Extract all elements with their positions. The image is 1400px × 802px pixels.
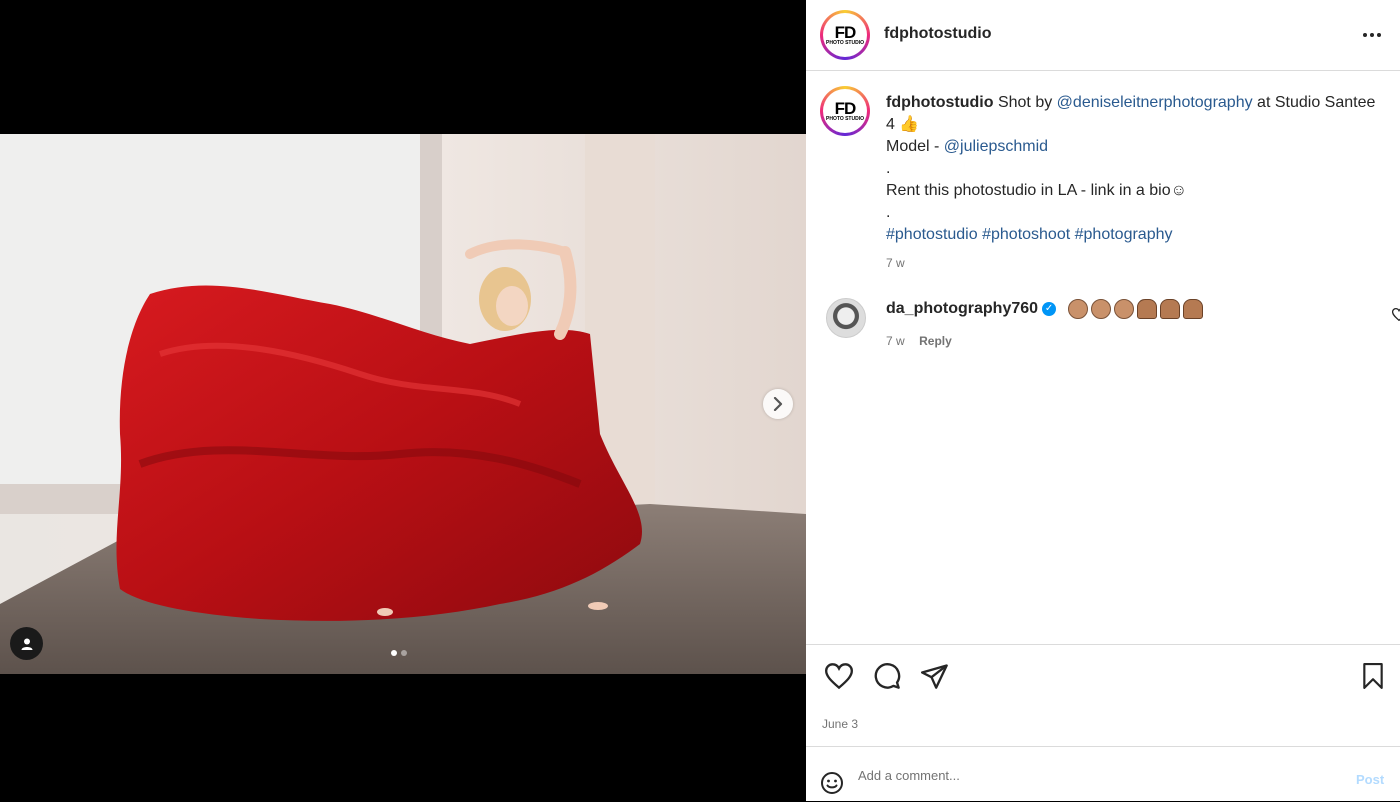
add-comment-bar: Post bbox=[806, 746, 1400, 802]
mention-link[interactable]: @deniseleitnerphotography bbox=[1057, 94, 1253, 111]
comment-like-button[interactable] bbox=[1391, 308, 1400, 326]
comment-username[interactable]: da_photography760 bbox=[886, 300, 1038, 317]
pray-emoji bbox=[1160, 298, 1181, 319]
pray-emoji bbox=[1183, 298, 1204, 319]
verified-badge-icon: ✓ bbox=[1042, 301, 1057, 316]
post-header: FD PHOTO STUDIO fdphotostudio bbox=[806, 0, 1400, 71]
logo-text: FD bbox=[834, 99, 857, 118]
post-actions: June 3 bbox=[806, 644, 1400, 747]
caption-text: Shot by bbox=[993, 94, 1057, 111]
logo-text: FD bbox=[834, 23, 857, 42]
comment-button[interactable] bbox=[872, 661, 902, 691]
comment-avatar[interactable] bbox=[826, 298, 866, 338]
media-viewer bbox=[0, 0, 806, 801]
more-horizontal-icon bbox=[1363, 33, 1381, 37]
caption-time: 7 w bbox=[886, 256, 905, 270]
comment-icon bbox=[874, 663, 901, 689]
post-date[interactable]: June 3 bbox=[822, 717, 858, 731]
pray-emoji bbox=[1137, 298, 1158, 319]
chevron-right-icon bbox=[773, 397, 783, 411]
user-icon bbox=[21, 638, 32, 650]
mention-link[interactable]: @juliepschmid bbox=[944, 138, 1048, 155]
caption-text: Model - bbox=[886, 138, 944, 155]
header-avatar[interactable]: FD PHOTO STUDIO bbox=[820, 10, 870, 60]
fd-logo: FD PHOTO STUDIO bbox=[826, 24, 864, 46]
header-username[interactable]: fdphotostudio bbox=[884, 25, 992, 43]
caption-username[interactable]: fdphotostudio bbox=[886, 94, 994, 111]
logo-subtext: PHOTO STUDIO bbox=[826, 40, 864, 46]
caption-text: Rent this photostudio in LA - link in a … bbox=[886, 182, 1187, 199]
caption-avatar[interactable]: FD PHOTO STUDIO bbox=[820, 86, 870, 136]
photo-illustration bbox=[0, 134, 806, 674]
hashtags: #photostudio #photoshoot #photography bbox=[886, 224, 1376, 246]
thumbs-up-emoji: 👍 bbox=[899, 116, 920, 133]
caption-line-1: fdphotostudio Shot by @deniseleitnerphot… bbox=[886, 92, 1376, 136]
caption-dot: . bbox=[886, 160, 891, 177]
post-comment-button[interactable]: Post bbox=[1356, 772, 1384, 787]
more-options-button[interactable] bbox=[1354, 22, 1390, 48]
clap-emoji bbox=[1068, 298, 1089, 319]
comment-meta: 7 w Reply bbox=[886, 332, 952, 350]
carousel-dot-1 bbox=[391, 650, 397, 656]
carousel-next-button[interactable] bbox=[763, 389, 793, 419]
save-button[interactable] bbox=[1358, 661, 1388, 691]
bookmark-icon bbox=[1363, 663, 1383, 689]
post-caption: fdphotostudio Shot by @deniseleitnerphot… bbox=[886, 92, 1376, 274]
carousel-indicator bbox=[391, 650, 407, 656]
emoji-picker-button[interactable] bbox=[820, 771, 844, 800]
logo-subtext: PHOTO STUDIO bbox=[826, 116, 864, 122]
heart-icon bbox=[1391, 308, 1400, 322]
reply-button[interactable]: Reply bbox=[919, 334, 952, 348]
post-photo[interactable] bbox=[0, 134, 806, 674]
heart-icon bbox=[825, 663, 853, 689]
clap-emoji bbox=[1114, 298, 1135, 319]
send-icon bbox=[921, 664, 948, 689]
share-button[interactable] bbox=[920, 661, 950, 691]
post-details-panel: FD PHOTO STUDIO fdphotostudio FD PHOTO S… bbox=[806, 0, 1400, 801]
carousel-dot-2 bbox=[401, 650, 407, 656]
clap-emoji bbox=[1091, 298, 1112, 319]
smiley-icon bbox=[821, 772, 843, 794]
fd-logo: FD PHOTO STUDIO bbox=[826, 100, 864, 122]
hashtag-link[interactable]: #photostudio bbox=[886, 226, 978, 243]
tagged-users-button[interactable] bbox=[10, 627, 43, 660]
comment-input[interactable] bbox=[856, 763, 1320, 787]
caption-line-2: Model - @juliepschmid bbox=[886, 136, 1376, 158]
like-button[interactable] bbox=[824, 661, 854, 691]
comment-body: da_photography760 ✓ bbox=[886, 298, 1206, 320]
caption-dot: . bbox=[886, 204, 891, 221]
comment-emojis bbox=[1068, 298, 1206, 319]
hashtag-link[interactable]: #photoshoot bbox=[982, 226, 1070, 243]
hashtag-link[interactable]: #photography bbox=[1075, 226, 1173, 243]
comment-time: 7 w bbox=[886, 334, 905, 348]
